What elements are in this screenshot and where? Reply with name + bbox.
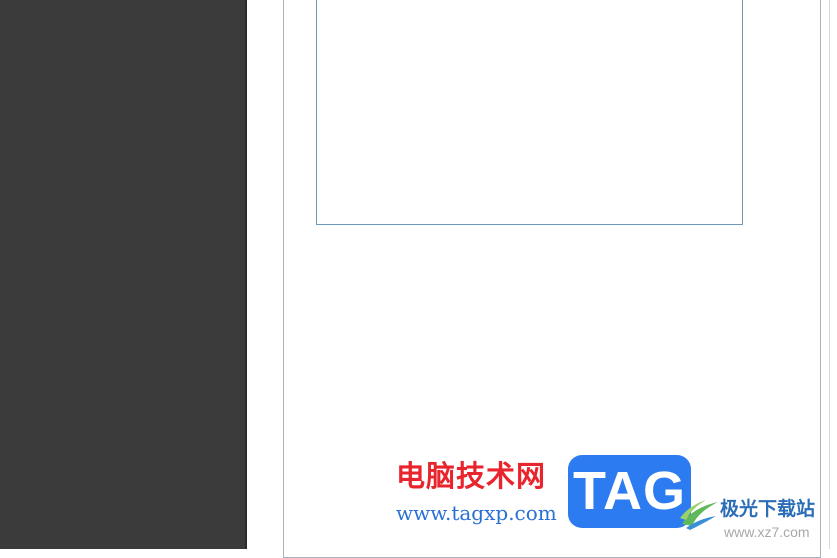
download-site-name: 极光下载站	[720, 498, 816, 520]
left-panel	[0, 0, 245, 549]
watermark-site-url: www.tagxp.com	[396, 501, 557, 525]
tag-badge: TAG	[568, 455, 691, 528]
scrollbar-track[interactable]	[829, 0, 830, 549]
aurora-swirl-icon	[680, 500, 718, 530]
text-frame[interactable]	[316, 0, 743, 225]
download-site-url: www.xz7.com	[724, 524, 810, 540]
watermark-site-name: 电脑技术网	[396, 459, 547, 493]
